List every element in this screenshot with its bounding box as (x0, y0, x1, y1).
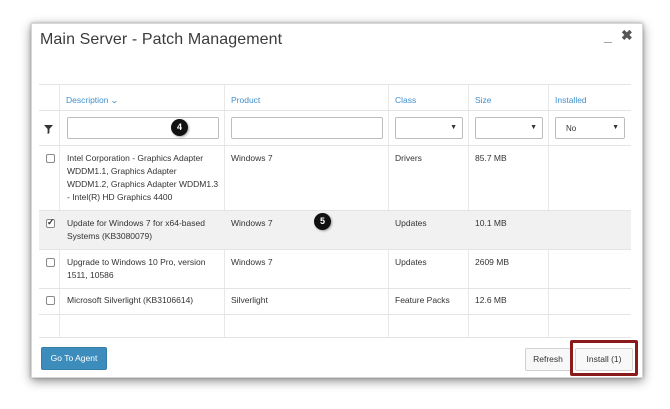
row-checkbox[interactable] (46, 154, 55, 163)
row-product: Windows 7 (231, 218, 273, 228)
dropdown-arrow-icon: ▼ (450, 124, 457, 131)
row-checkbox[interactable] (46, 296, 55, 305)
product-filter-input[interactable] (231, 117, 383, 139)
row-class: Feature Packs (395, 295, 450, 305)
row-checkbox[interactable] (46, 217, 55, 228)
row-size: 2609 MB (475, 257, 510, 267)
description-line: Systems (KB3080079) (67, 231, 153, 241)
column-header-description[interactable]: Description⌄ (66, 95, 119, 105)
row-class: Updates (395, 257, 427, 267)
table-row[interactable]: Microsoft Silverlight (KB3106614) Silver… (39, 289, 631, 314)
table-row[interactable]: Intel Corporation - Graphics Adapter WDD… (39, 146, 631, 210)
row-class: Updates (395, 218, 427, 228)
installed-filter-value: No (566, 124, 577, 133)
description-line: Intel Corporation - Graphics Adapter (67, 153, 204, 163)
dropdown-arrow-icon: ▼ (530, 124, 537, 131)
column-header-class[interactable]: Class (395, 95, 416, 105)
description-line: Update for Windows 7 for x64-based (67, 218, 205, 228)
column-header-product[interactable]: Product (231, 95, 260, 105)
column-header-installed[interactable]: Installed (555, 95, 587, 105)
column-header-description-label: Description (66, 95, 109, 105)
row-divider (39, 314, 631, 315)
callout-badge-5: 5 (314, 213, 331, 230)
description-line: WDDM1.2, Graphics Adapter WDDM1.3 (67, 179, 219, 189)
callout-badge-4: 4 (171, 119, 188, 136)
row-product: Silverlight (231, 295, 268, 305)
row-size: 85.7 MB (475, 153, 507, 163)
description-line: Upgrade to Windows 10 Pro, version (67, 257, 206, 267)
size-filter-select[interactable]: ▼ (475, 117, 543, 139)
sort-chevron-down-icon: ⌄ (109, 96, 119, 105)
row-description: Microsoft Silverlight (KB3106614) (67, 295, 194, 305)
description-line: - Intel(R) HD Graphics 4400 (67, 192, 173, 202)
installed-filter-select[interactable]: No ▼ (555, 117, 625, 139)
row-description: Upgrade to Windows 10 Pro, version 1511,… (67, 256, 223, 282)
row-class: Drivers (395, 153, 422, 163)
table-row[interactable]: Update for Windows 7 for x64-based Syste… (39, 211, 631, 249)
patch-grid: Description⌄ Product Class Size Installe… (39, 84, 631, 338)
dropdown-arrow-icon: ▼ (612, 124, 619, 131)
row-size: 10.1 MB (475, 218, 507, 228)
go-to-agent-button[interactable]: Go To Agent (41, 347, 107, 370)
class-filter-select[interactable]: ▼ (395, 117, 463, 139)
close-icon[interactable]: ✖ (621, 27, 633, 44)
refresh-button[interactable]: Refresh (525, 348, 571, 371)
row-divider (39, 110, 631, 111)
install-highlight-frame (570, 340, 638, 376)
row-product: Windows 7 (231, 153, 273, 163)
row-size: 12.6 MB (475, 295, 507, 305)
filter-icon (44, 125, 53, 134)
patch-management-dialog: Main Server - Patch Management _ ✖ Descr… (31, 23, 643, 378)
minimize-icon[interactable]: _ (604, 28, 612, 44)
row-description: Update for Windows 7 for x64-based Syste… (67, 217, 223, 243)
row-checkbox[interactable] (46, 258, 55, 267)
dialog-title: Main Server - Patch Management (40, 31, 283, 48)
description-line: 1511, 10586 (67, 270, 114, 280)
description-line: WDDM1.1, Graphics Adapter (67, 166, 177, 176)
table-row[interactable]: Upgrade to Windows 10 Pro, version 1511,… (39, 250, 631, 288)
row-product: Windows 7 (231, 257, 273, 267)
column-header-size[interactable]: Size (475, 95, 492, 105)
row-description: Intel Corporation - Graphics Adapter WDD… (67, 152, 223, 204)
description-filter-input[interactable] (67, 117, 219, 139)
